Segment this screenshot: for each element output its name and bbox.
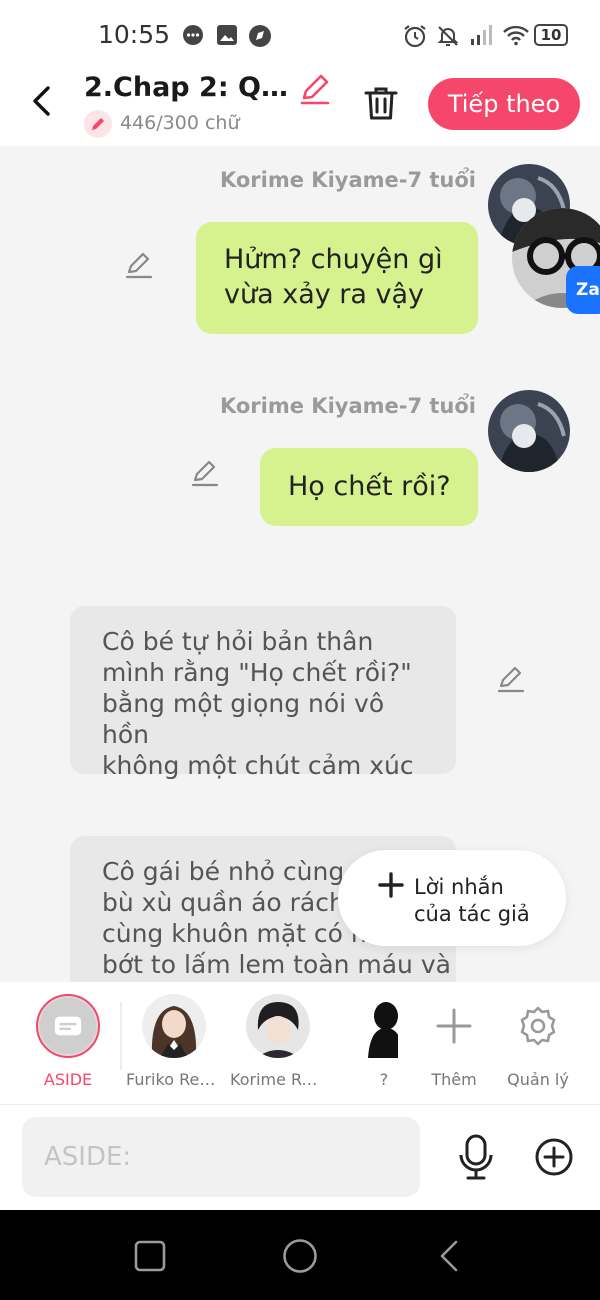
character-aside[interactable]: ASIDE: [20, 994, 116, 1089]
word-count: 446/300 chữ: [120, 112, 240, 134]
message-line: vừa xảy ra vậy: [224, 279, 425, 310]
chapter-title: 2.Chap 2: Quá…: [84, 72, 296, 103]
message-line: Họ chết rồi?: [288, 471, 451, 502]
editor-header: 2.Chap 2: Quá… 446/300 chữ Tiếp theo: [0, 70, 600, 146]
aside-line: mình rằng "Họ chết rồi?": [102, 658, 412, 687]
alarm-icon: [402, 24, 428, 52]
author-note-label: Lời nhắn của tác giả: [414, 874, 530, 928]
character-avatar: [246, 994, 310, 1058]
status-bar: 10:55 10: [0, 0, 600, 70]
signal-icon: [470, 24, 494, 50]
aside-icon: [36, 994, 100, 1058]
wifi-icon: [502, 24, 530, 50]
speaker-name: Korime Kiyame-7 tuổi: [219, 168, 476, 192]
speaker-name: Korime Kiyame-7 tuổi: [219, 394, 476, 418]
author-note-line: của tác giả: [414, 902, 530, 926]
edit-title-pencil-icon[interactable]: [298, 72, 332, 110]
character-furiko[interactable]: Furiko Res…: [126, 994, 222, 1089]
character-korime[interactable]: Korime Ro…: [230, 994, 326, 1089]
word-count-pencil-icon: [84, 110, 112, 138]
plus-icon: [378, 872, 404, 904]
character-avatar[interactable]: [488, 390, 570, 472]
plus-icon: [422, 994, 486, 1058]
add-character-label: Thêm: [431, 1070, 477, 1089]
manage-label: Quản lý: [507, 1070, 569, 1089]
message-bubble[interactable]: Hửm? chuyện gì vừa xảy ra vậy: [196, 222, 478, 334]
messenger-icon: [182, 24, 204, 50]
aside-line: bằng một giọng nói vô hồn: [102, 689, 385, 749]
edit-aside-pencil-icon[interactable]: [496, 664, 526, 698]
character-name: Furiko Res…: [126, 1070, 222, 1089]
home-icon[interactable]: [282, 1238, 318, 1278]
next-button[interactable]: Tiếp theo: [428, 78, 580, 130]
message-input[interactable]: [22, 1117, 420, 1197]
input-bar: [0, 1104, 600, 1210]
nav-back-icon[interactable]: [438, 1240, 462, 1276]
system-nav-bar: [0, 1210, 600, 1300]
divider: [120, 1002, 122, 1070]
author-note-button[interactable]: Lời nhắn của tác giả: [338, 850, 566, 946]
message-bubble[interactable]: Họ chết rồi?: [260, 448, 478, 526]
character-name: Korime Ro…: [230, 1070, 326, 1089]
recent-apps-icon[interactable]: [134, 1240, 166, 1276]
aside-line: Cô bé tự hỏi bản thân: [102, 627, 374, 656]
microphone-icon[interactable]: [456, 1133, 496, 1185]
edit-message-pencil-icon[interactable]: [124, 250, 154, 284]
aside-bubble[interactable]: Cô bé tự hỏi bản thân mình rằng "Họ chết…: [70, 606, 456, 780]
character-name: ASIDE: [43, 1070, 93, 1089]
manage-button[interactable]: Quản lý: [490, 994, 586, 1089]
app-icon: [248, 24, 272, 52]
zalo-badge[interactable]: Zal: [566, 266, 600, 314]
aside-line: không một chút cảm xúc: [102, 751, 414, 780]
back-icon[interactable]: [26, 84, 60, 118]
edit-message-pencil-icon[interactable]: [190, 458, 220, 492]
author-note-line: Lời nhắn: [414, 875, 504, 899]
gear-icon: [506, 994, 570, 1058]
gallery-icon: [216, 24, 238, 50]
add-circle-icon[interactable]: [534, 1137, 574, 1181]
character-avatar: [142, 994, 206, 1058]
aside-line: bớt to lấm lem toàn máu và: [102, 950, 451, 979]
silent-icon: [436, 24, 460, 52]
status-time: 10:55: [98, 20, 171, 49]
message-line: Hửm? chuyện gì: [224, 244, 443, 275]
battery-icon: 10: [534, 24, 568, 46]
character-bar: ASIDE Furiko Res… Korime Ro… ? Thêm Quản…: [0, 982, 600, 1104]
trash-icon[interactable]: [362, 84, 400, 126]
add-character-button[interactable]: Thêm: [406, 994, 502, 1089]
